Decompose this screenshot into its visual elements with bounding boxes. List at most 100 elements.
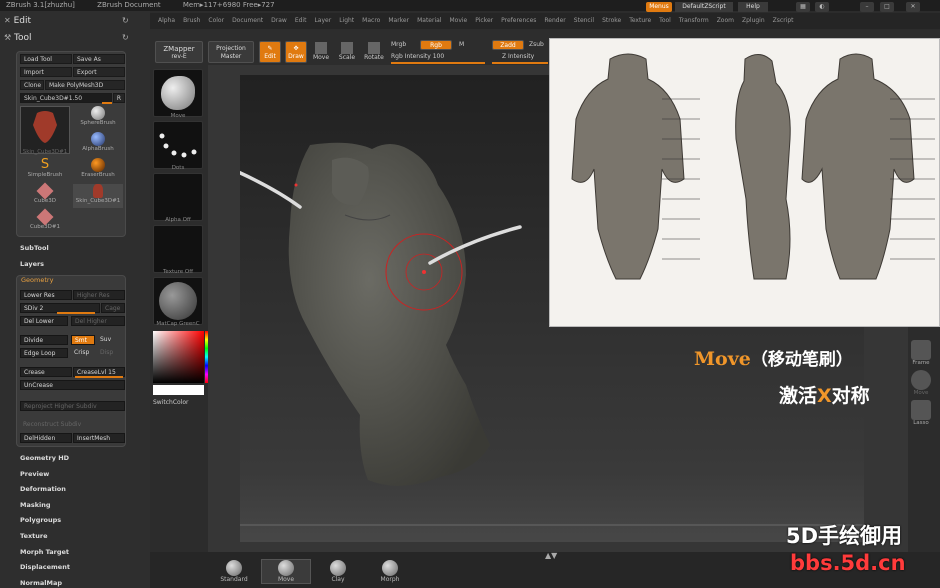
menu-render[interactable]: Render — [544, 13, 565, 29]
menu-texture[interactable]: Texture — [629, 13, 651, 29]
close-icon[interactable]: ✕ — [906, 2, 920, 12]
menu-tool[interactable]: Tool — [659, 13, 671, 29]
matcap-thumb[interactable] — [153, 277, 203, 325]
draw-mode-button[interactable]: ✥ Draw — [285, 41, 307, 63]
edit-palette-header[interactable]: ✕ Edit — [4, 16, 31, 26]
menu-zoom[interactable]: Zoom — [717, 13, 734, 29]
minimize-icon[interactable]: – — [860, 2, 874, 12]
menu-movie[interactable]: Movie — [449, 13, 467, 29]
menu-macro[interactable]: Macro — [362, 13, 380, 29]
crisp-toggle[interactable]: Crisp — [71, 348, 95, 358]
menu-draw[interactable]: Draw — [271, 13, 287, 29]
morph-brush-button[interactable]: Morph — [374, 560, 406, 583]
subpalette-polygroups[interactable]: Polygroups — [20, 516, 61, 524]
edge-loop-button[interactable]: Edge Loop — [20, 348, 68, 358]
rgb-intensity-slider[interactable]: Rgb Intensity 100 — [391, 53, 444, 60]
scale-mode-button[interactable]: Scale — [338, 42, 356, 61]
del-lower-button[interactable]: Del Lower — [20, 316, 68, 326]
menus-button[interactable]: Menus — [646, 2, 672, 12]
import-button[interactable]: Import — [20, 67, 72, 77]
menu-zscript[interactable]: Zscript — [773, 13, 794, 29]
tool-palette-header[interactable]: ⚒ Tool — [4, 33, 32, 43]
z-intensity-slider[interactable]: Z Intensity — [502, 53, 534, 60]
edit-mode-button[interactable]: ✎ Edit — [259, 41, 281, 63]
subpalette-deformation[interactable]: Deformation — [20, 485, 66, 493]
del-higher-button[interactable]: Del Higher — [71, 316, 125, 326]
color-picker[interactable] — [153, 331, 204, 383]
menu-color[interactable]: Color — [208, 13, 224, 29]
standard-brush-button[interactable]: Standard — [218, 560, 250, 583]
help-button[interactable]: Help — [738, 2, 768, 12]
menu-stencil[interactable]: Stencil — [574, 13, 594, 29]
skin-cube-thumb[interactable]: Skin_Cube3D#1 — [20, 106, 70, 155]
menu-zplugin[interactable]: Zplugin — [742, 13, 765, 29]
hide-icon[interactable]: ◐ — [815, 2, 829, 12]
skin-cube-thumb-2[interactable]: Skin_Cube3D#1 — [73, 184, 123, 208]
divide-button[interactable]: Divide — [20, 335, 68, 345]
subpalette-normalmap[interactable]: NormalMap — [20, 579, 62, 587]
subpalette-geometry-hd[interactable]: Geometry HD — [20, 454, 69, 462]
spherebrush-thumb[interactable]: SphereBrush — [73, 106, 123, 130]
r-button[interactable]: R — [113, 93, 125, 103]
alpha-thumb[interactable] — [153, 173, 203, 221]
uncrease-button[interactable]: UnCrease — [20, 380, 125, 390]
crease-button[interactable]: Crease — [20, 367, 72, 377]
zsub-toggle[interactable]: Zsub — [529, 41, 544, 48]
menu-preferences[interactable]: Preferences — [501, 13, 536, 29]
zmapper-button[interactable]: ZMapper rev-E — [155, 41, 203, 63]
layout-icon[interactable]: ▦ — [796, 2, 810, 12]
suv-toggle[interactable]: Suv — [97, 335, 125, 345]
menu-material[interactable]: Material — [417, 13, 441, 29]
alphabrush-thumb[interactable]: AlphaBrush — [73, 132, 123, 156]
texture-thumb[interactable] — [153, 225, 203, 273]
edit-palette-corner-icon[interactable]: ↻ — [122, 16, 129, 25]
simplebrush-thumb[interactable]: S SimpleBrush — [20, 158, 70, 182]
current-tool-slider[interactable]: Skin_Cube3D#1.50 — [20, 93, 112, 103]
default-zscript-button[interactable]: DefaultZScript — [675, 2, 733, 12]
subtool-header[interactable]: SubTool — [20, 244, 49, 252]
maximize-icon[interactable]: □ — [880, 2, 894, 12]
menu-light[interactable]: Light — [339, 13, 354, 29]
subpalette-morph-target[interactable]: Morph Target — [20, 548, 69, 556]
smt-toggle[interactable]: Smt — [71, 335, 95, 345]
lasso-button[interactable]: Lasso — [906, 400, 936, 426]
make-polymesh-button[interactable]: Make PolyMesh3D — [45, 80, 125, 90]
clone-button[interactable]: Clone — [20, 80, 44, 90]
insert-mesh-button[interactable]: InsertMesh — [73, 433, 125, 443]
subpalette-preview[interactable]: Preview — [20, 470, 49, 478]
menu-layer[interactable]: Layer — [314, 13, 331, 29]
eraserbrush-thumb[interactable]: EraserBrush — [73, 158, 123, 182]
reproject-button[interactable]: Reproject Higher Subdiv — [20, 401, 125, 411]
menu-edit[interactable]: Edit — [295, 13, 307, 29]
load-tool-button[interactable]: Load Tool — [20, 54, 72, 64]
menu-alpha[interactable]: Alpha — [158, 13, 175, 29]
clay-brush-button[interactable]: Clay — [322, 560, 354, 583]
switch-color-button[interactable]: SwitchColor — [153, 399, 189, 406]
cage-button[interactable]: Cage — [101, 303, 125, 313]
reconstruct-subdiv-button[interactable]: Reconstruct Subdiv — [20, 420, 125, 430]
brush-thumb-move[interactable] — [153, 69, 203, 117]
geometry-header[interactable]: Geometry — [21, 276, 53, 284]
menu-brush[interactable]: Brush — [183, 13, 200, 29]
rotate-mode-button[interactable]: Rotate — [364, 42, 384, 61]
frame-button[interactable]: Frame — [906, 340, 936, 366]
export-button[interactable]: Export — [73, 67, 125, 77]
lower-res-button[interactable]: Lower Res — [20, 290, 72, 300]
save-as-button[interactable]: Save As — [73, 54, 125, 64]
layers-header[interactable]: Layers — [20, 260, 44, 268]
menu-picker[interactable]: Picker — [475, 13, 493, 29]
del-hidden-button[interactable]: DelHidden — [20, 433, 72, 443]
move-brush-button[interactable]: Move — [261, 559, 311, 584]
m-toggle[interactable]: M — [459, 41, 464, 48]
mrgb-toggle[interactable]: Mrgb — [391, 41, 406, 48]
subpalette-masking[interactable]: Masking — [20, 501, 51, 509]
subpalette-texture[interactable]: Texture — [20, 532, 48, 540]
rgb-toggle[interactable]: Rgb — [420, 40, 452, 50]
stroke-thumb-dots[interactable] — [153, 121, 203, 169]
tool-palette-corner-icon[interactable]: ↻ — [122, 33, 129, 42]
menu-stroke[interactable]: Stroke — [602, 13, 621, 29]
move-mode-button[interactable]: Move — [312, 42, 330, 61]
move-view-button[interactable]: Move — [906, 370, 936, 396]
projection-master-button[interactable]: Projection Master — [208, 41, 254, 63]
menu-document[interactable]: Document — [232, 13, 263, 29]
